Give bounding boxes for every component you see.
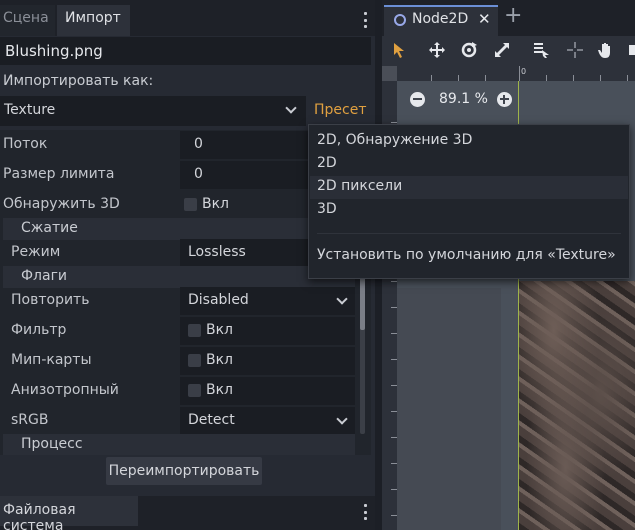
checkbox-icon — [188, 324, 201, 337]
move-icon[interactable] — [428, 41, 446, 59]
zoom-level[interactable]: 89.1 % — [439, 91, 488, 107]
property-row-srgb: sRGB Detect — [0, 407, 358, 435]
checkbox-label: Вкл — [206, 382, 234, 398]
checkbox-icon — [184, 198, 197, 211]
canvas-shadow-region — [397, 288, 501, 530]
rotate-icon[interactable] — [460, 41, 478, 59]
srgb-value: Detect — [188, 412, 235, 428]
dock-menu-icon[interactable] — [364, 12, 368, 28]
checkbox-label: Вкл — [206, 322, 234, 338]
pivot-icon[interactable] — [566, 41, 584, 59]
close-icon[interactable]: ✕ — [478, 10, 491, 28]
property-label: Анизотропный — [11, 382, 119, 398]
texture-preview — [519, 281, 635, 530]
reimport-button[interactable]: Переимпортировать — [106, 457, 262, 485]
property-row-size-limit: Размер лимита 0 — [0, 161, 358, 189]
menu-item-preset-2d-detect-3d[interactable]: 2D, Обнаружение 3D — [310, 130, 628, 153]
dock-tabbar: Сцена Импорт — [0, 0, 375, 36]
ruler-corner — [382, 66, 397, 81]
anisotropic-checkbox[interactable]: Вкл — [180, 377, 355, 405]
scale-icon[interactable] — [493, 41, 511, 59]
section-process[interactable]: Процесс — [3, 434, 355, 455]
menu-item-preset-2d-pixel[interactable]: 2D пиксели — [310, 176, 628, 199]
property-label: Фильтр — [11, 322, 67, 338]
property-label: Поток — [3, 136, 48, 152]
pan-hand-icon[interactable] — [597, 41, 615, 59]
property-row-repeat: Повторить Disabled — [0, 287, 358, 315]
ruler-zero-label: 0 — [521, 67, 527, 76]
importer-select[interactable]: Texture — [0, 96, 306, 126]
zoom-out-icon[interactable] — [410, 92, 425, 107]
property-row-mipmaps: Мип-карты Вкл — [0, 347, 358, 375]
import-as-label: Импортировать как: — [3, 73, 154, 89]
property-label: sRGB — [11, 412, 49, 428]
canvas-toolbar — [382, 36, 635, 66]
menu-item-preset-2d[interactable]: 2D — [310, 153, 628, 176]
mipmaps-checkbox[interactable]: Вкл — [180, 347, 355, 375]
property-label: Размер лимита — [3, 166, 115, 182]
zoom-in-icon[interactable] — [497, 92, 512, 107]
property-label: Повторить — [11, 292, 90, 308]
property-label: Режим — [11, 244, 61, 260]
preset-button[interactable]: Пресет — [314, 102, 367, 118]
menu-item-preset-3d[interactable]: 3D — [310, 199, 628, 222]
dock-menu-icon[interactable] — [364, 504, 368, 520]
preset-popup-menu: 2D, Обнаружение 3D 2D 2D пиксели 3D Уста… — [308, 124, 630, 279]
chevron-down-icon — [285, 102, 297, 114]
scene-tab-label: Node2D — [412, 11, 469, 27]
top-ruler[interactable]: 0 — [382, 66, 635, 81]
imported-file-name: Blushing.png — [0, 37, 371, 65]
chevron-down-icon — [336, 413, 348, 425]
srgb-select[interactable]: Detect — [180, 407, 355, 435]
tab-scene[interactable]: Сцена — [0, 5, 55, 36]
node2d-icon — [394, 14, 406, 26]
section-compress[interactable]: Сжатие — [3, 218, 355, 240]
property-row-detect-3d: Обнаружить 3D Вкл — [0, 191, 358, 219]
tab-filesystem[interactable]: Файловая система — [0, 496, 138, 530]
add-tab-icon[interactable]: + — [504, 5, 522, 27]
menu-item-set-default[interactable]: Установить по умолчанию для «Texture» — [310, 245, 628, 268]
repeat-value: Disabled — [188, 292, 249, 308]
property-row-mode: Режим Lossless — [0, 239, 358, 267]
property-label: Мип-карты — [11, 352, 92, 368]
chevron-down-icon — [336, 293, 348, 305]
scene-tab-node2d[interactable]: Node2D ✕ — [384, 5, 498, 36]
checkbox-label: Вкл — [206, 352, 234, 368]
select-arrow-icon[interactable] — [390, 41, 408, 59]
property-label: Обнаружить 3D — [3, 196, 120, 212]
filesystem-dock-tabbar: Файловая система — [0, 496, 375, 530]
ruler-icon[interactable] — [628, 41, 635, 59]
menu-separator — [317, 233, 621, 234]
checkbox-icon — [188, 384, 201, 397]
section-flags[interactable]: Флаги — [3, 266, 355, 288]
property-row-flow: Поток 0 — [0, 131, 358, 159]
checkbox-label: Вкл — [202, 196, 230, 212]
tab-import[interactable]: Импорт — [57, 5, 130, 36]
list-select-icon[interactable] — [532, 41, 550, 59]
repeat-select[interactable]: Disabled — [180, 287, 355, 315]
property-row-filter: Фильтр Вкл — [0, 317, 358, 345]
checkbox-icon — [188, 354, 201, 367]
filter-checkbox[interactable]: Вкл — [180, 317, 355, 345]
importer-value: Texture — [4, 102, 56, 118]
property-row-anisotropic: Анизотропный Вкл — [0, 377, 358, 405]
